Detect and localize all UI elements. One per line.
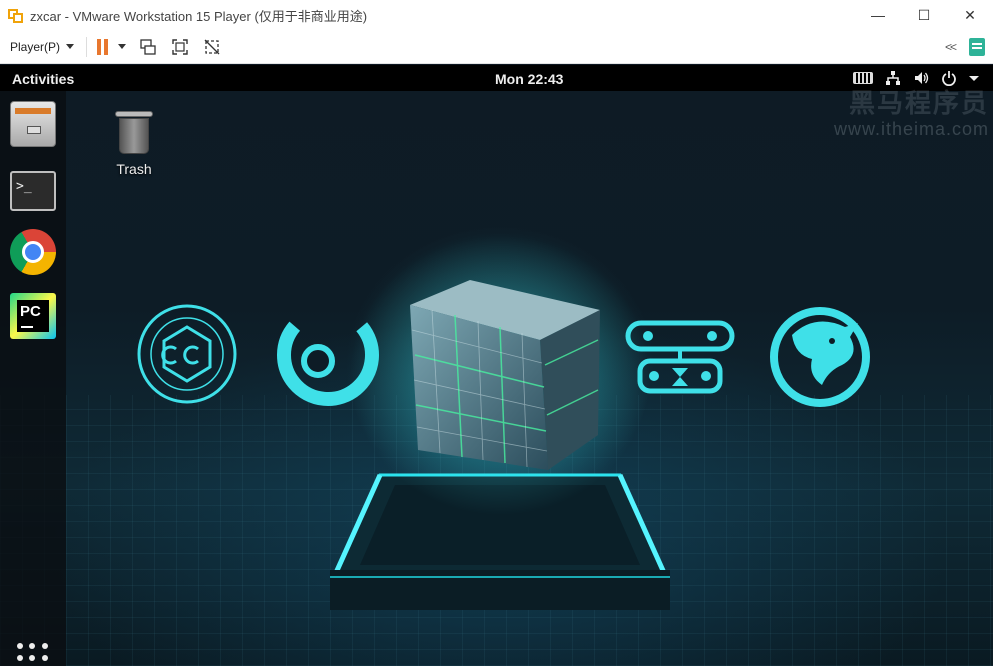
guest-desktop[interactable]: Activities Mon 22:43 黑马程序员 www.itheima.c…	[0, 65, 993, 666]
trash-label: Trash	[116, 161, 152, 177]
send-keys-button[interactable]	[138, 37, 158, 57]
trash-desktop-icon[interactable]: Trash	[108, 109, 160, 177]
clock[interactable]: Mon 22:43	[495, 71, 563, 87]
dragon-logo-icon	[770, 307, 870, 407]
show-applications-icon[interactable]	[17, 643, 49, 666]
pause-button[interactable]	[97, 38, 109, 55]
notes-icon[interactable]	[969, 38, 985, 56]
fullscreen-button[interactable]	[170, 37, 190, 57]
pycharm-label: PC	[17, 300, 49, 332]
gnome-top-bar: Activities Mon 22:43	[0, 65, 993, 91]
close-button[interactable]: ✕	[947, 0, 993, 30]
watermark-cn: 黑马程序员	[848, 89, 989, 119]
pycharm-icon[interactable]: PC	[10, 293, 56, 339]
pause-icon	[97, 38, 102, 55]
window-title: zxcar - VMware Workstation 15 Player (仅用…	[30, 8, 368, 24]
send-keys-icon	[140, 38, 156, 55]
chevron-down-icon	[66, 44, 75, 49]
player-toolbar: Player(P) <<	[0, 30, 993, 64]
borg-cube-icon	[350, 235, 650, 515]
college-seal-icon	[137, 304, 237, 404]
unity-button[interactable]	[202, 37, 222, 57]
chrome-icon[interactable]	[10, 229, 56, 275]
chevron-down-icon[interactable]	[969, 75, 979, 81]
collapse-icon[interactable]: <<	[945, 40, 957, 54]
terminal-glyph: >_	[16, 179, 32, 194]
dock: >_ PC	[0, 91, 66, 666]
vmware-window: zxcar - VMware Workstation 15 Player (仅用…	[0, 0, 993, 666]
pause-dropdown-icon[interactable]	[118, 44, 127, 49]
minimize-button[interactable]: —	[855, 0, 901, 30]
unity-icon	[204, 39, 220, 54]
vmware-logo-icon	[8, 7, 24, 23]
maximize-button[interactable]: ☐	[901, 0, 947, 30]
player-menu-button[interactable]: Player(P)	[10, 39, 75, 54]
title-bar: zxcar - VMware Workstation 15 Player (仅用…	[0, 0, 993, 30]
toolbar-divider	[86, 36, 88, 57]
watermark-url: www.itheima.com	[833, 119, 989, 139]
files-icon[interactable]	[10, 101, 56, 147]
fullscreen-icon	[172, 38, 188, 55]
trash-icon	[115, 109, 153, 155]
terminal-icon[interactable]: >_	[10, 171, 56, 211]
activities-button[interactable]: Activities	[12, 71, 74, 87]
player-menu-label: Player(P)	[10, 39, 61, 54]
